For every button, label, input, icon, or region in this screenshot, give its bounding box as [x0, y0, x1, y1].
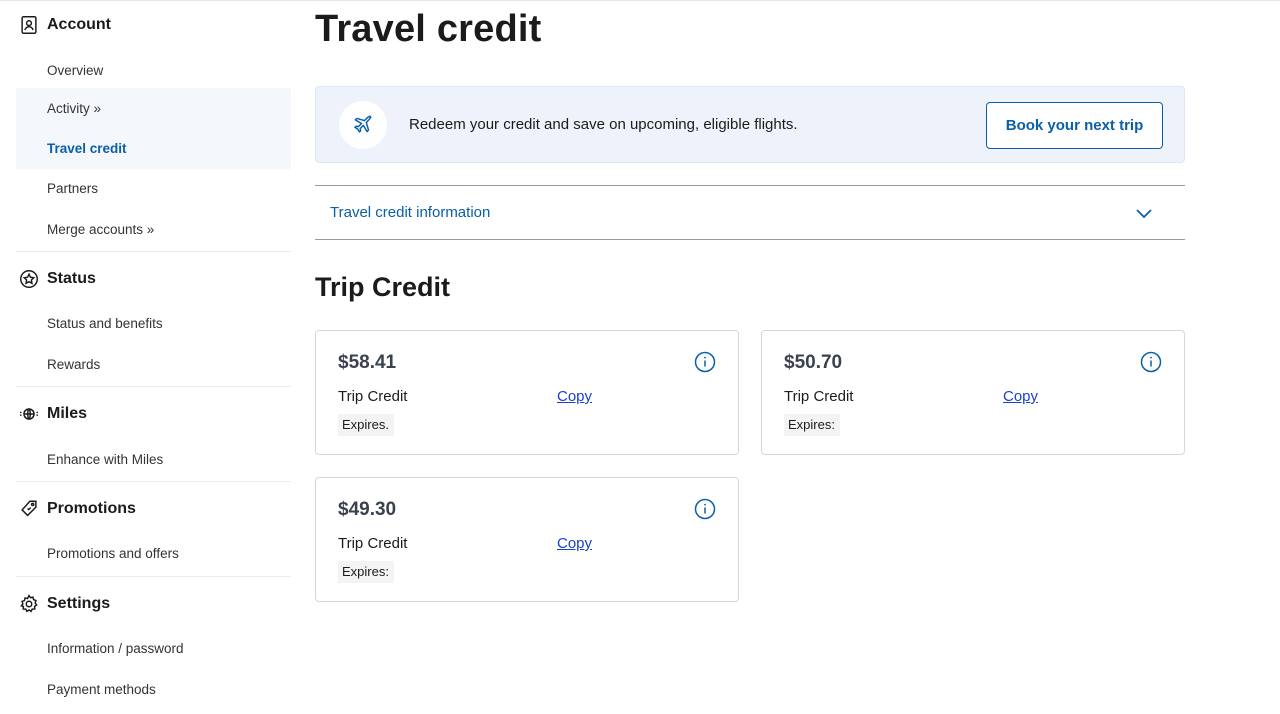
divider [16, 386, 291, 387]
banner-message: Redeem your credit and save on upcoming,… [409, 116, 798, 133]
credit-type-label: Trip Credit [338, 388, 408, 405]
divider [16, 576, 291, 577]
sidebar-item-label: Travel credit [47, 141, 127, 156]
credit-card: $49.30 Trip Credit Copy Expires: [315, 477, 739, 602]
sidebar-item-label: Overview [47, 62, 104, 78]
section-title: Account [47, 16, 111, 33]
copy-link[interactable]: Copy [557, 388, 592, 405]
section-title: Miles [47, 405, 88, 422]
tag-icon [17, 497, 41, 521]
divider [16, 481, 291, 482]
miles-icon [17, 402, 41, 426]
sidebar-item-label: Information / password [47, 640, 184, 656]
credit-amount: $49.30 [338, 499, 397, 520]
credit-amount: $58.41 [338, 352, 397, 373]
sidebar-item-overview[interactable]: Overview [16, 50, 291, 90]
sidebar-item-information-password[interactable]: Information / password [16, 628, 291, 668]
sidebar-item-enhance-miles[interactable]: Enhance with Miles [16, 439, 291, 479]
account-icon [17, 13, 41, 37]
sidebar-item-label: Payment methods [47, 681, 156, 697]
travel-credit-info-accordion[interactable]: Travel credit information [315, 185, 1185, 240]
credit-type-label: Trip Credit [338, 535, 408, 552]
sidebar-item-travel-credit[interactable]: Travel credit [16, 128, 291, 169]
section-title: Status [47, 270, 96, 287]
sidebar-item-label: Rewards [47, 356, 101, 372]
top-border [0, 0, 1280, 4]
sidebar-item-label: Promotions and offers [47, 545, 179, 561]
sidebar-item-merge-accounts[interactable]: Merge accounts » [16, 209, 291, 249]
sidebar-item-status-benefits[interactable]: Status and benefits [16, 303, 291, 343]
accordion-label: Travel credit information [330, 204, 491, 221]
sidebar-item-label: Status and benefits [47, 315, 163, 331]
section-promotions: Promotions [16, 494, 136, 524]
sidebar-item-label: Enhance with Miles [47, 451, 164, 467]
sidebar-item-promotions-offers[interactable]: Promotions and offers [16, 533, 291, 573]
chevron-down-icon [1136, 209, 1152, 219]
sidebar-item-partners[interactable]: Partners [16, 168, 291, 208]
expires-badge: Expires: [784, 414, 840, 436]
section-status: Status [16, 264, 96, 294]
trip-credit-heading: Trip Credit [315, 272, 451, 302]
section-miles: Miles [16, 399, 87, 429]
divider [16, 251, 291, 252]
sidebar-item-label: Activity » [47, 101, 102, 116]
copy-link[interactable]: Copy [1003, 388, 1038, 405]
redeem-banner: Redeem your credit and save on upcoming,… [315, 86, 1185, 163]
copy-link[interactable]: Copy [557, 535, 592, 552]
airplane-icon [339, 101, 387, 149]
credit-amount: $50.70 [784, 352, 843, 373]
expires-badge: Expires: [338, 561, 394, 583]
book-next-trip-button[interactable]: Book your next trip [986, 102, 1163, 149]
info-icon[interactable] [694, 498, 716, 520]
sidebar-item-payment-methods[interactable]: Payment methods [16, 669, 291, 709]
credit-card: $50.70 Trip Credit Copy Expires: [761, 330, 1185, 455]
star-badge-icon [17, 267, 41, 291]
info-icon[interactable] [1140, 351, 1162, 373]
credit-card: $58.41 Trip Credit Copy Expires. [315, 330, 739, 455]
sidebar-item-rewards[interactable]: Rewards [16, 344, 291, 384]
sidebar-item-activity[interactable]: Activity » [16, 88, 291, 129]
section-account: Account [16, 10, 111, 40]
gear-icon [17, 592, 41, 616]
section-title: Settings [47, 595, 111, 612]
credit-type-label: Trip Credit [784, 388, 854, 405]
page-title: Travel credit [315, 8, 542, 50]
sidebar-item-label: Merge accounts » [47, 221, 155, 237]
section-title: Promotions [47, 500, 136, 517]
section-settings: Settings [16, 589, 110, 619]
sidebar-item-label: Partners [47, 180, 99, 196]
info-icon[interactable] [694, 351, 716, 373]
expires-badge: Expires. [338, 414, 394, 436]
